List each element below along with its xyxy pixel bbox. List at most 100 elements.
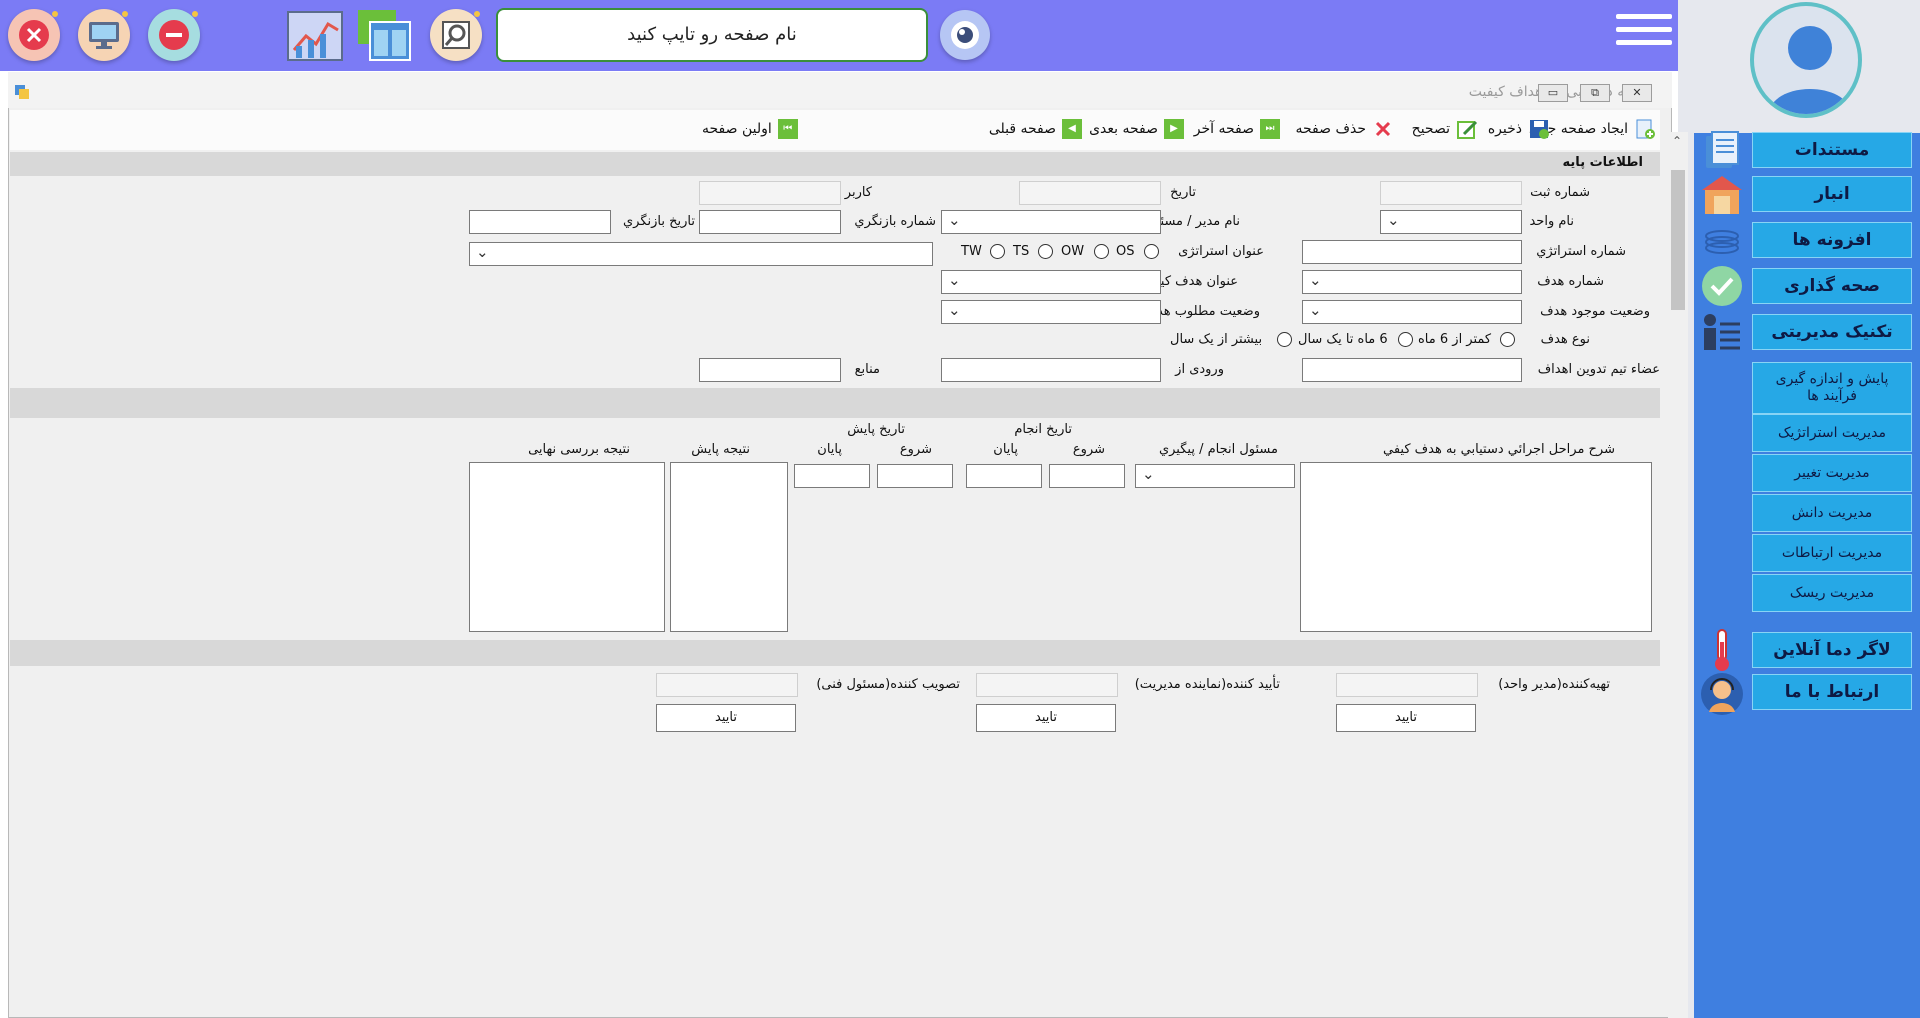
radio-tw[interactable] — [990, 244, 1005, 259]
input-from-field[interactable] — [941, 358, 1161, 382]
team-members-label: عضاء تیم تدوین اهداف — [1537, 362, 1660, 377]
goal-current-select[interactable] — [1302, 300, 1522, 324]
window-restore-button[interactable]: ⧉ — [1580, 84, 1610, 102]
monitor-start-field[interactable] — [877, 464, 953, 488]
monitor-result-textarea[interactable] — [670, 462, 788, 632]
radio-less-6-months[interactable] — [1500, 332, 1515, 347]
sidebar-item-contact[interactable]: ارتباط با ما — [1752, 674, 1912, 710]
sidebar-item-label: مدیریت ریسک — [1789, 584, 1875, 601]
monitor-icon — [89, 22, 119, 49]
revision-date-label: تاریخ بازنگري — [622, 214, 695, 229]
sidebar-sub-knowledge[interactable]: مدیریت دانش — [1752, 494, 1912, 532]
radio-more-1-year-label: بیشتر از یک سال — [1170, 332, 1263, 347]
search-input[interactable]: نام صفحه رو تایپ کنید — [496, 8, 928, 62]
avatar[interactable] — [1750, 2, 1862, 118]
responsible-select[interactable] — [1135, 464, 1295, 488]
sidebar-item-documents[interactable]: مستندات — [1752, 132, 1912, 168]
sidebar-sub-change[interactable]: مدیریت تغییر — [1752, 454, 1912, 492]
unit-name-select[interactable] — [1380, 210, 1522, 234]
steps-description-textarea[interactable] — [1300, 462, 1652, 632]
goal-current-label: وضعیت موجود هدف — [1540, 304, 1650, 319]
radio-less-6-months-label: کمتر از 6 ماه — [1418, 332, 1492, 347]
edit-button[interactable]: تصحیح — [1412, 116, 1478, 142]
prev-page-button[interactable]: صفحه قبلی ◀ — [989, 116, 1082, 142]
user-field[interactable] — [699, 181, 841, 205]
reg-no-field[interactable] — [1380, 181, 1522, 205]
sidebar-sub-communications[interactable]: مدیریت ارتباطات — [1752, 534, 1912, 572]
close-app-button[interactable] — [8, 9, 60, 61]
confirmed-confirm-button[interactable]: تایید — [976, 704, 1116, 732]
scrollbar-thumb[interactable] — [1671, 170, 1685, 310]
strategy-no-field[interactable] — [1302, 240, 1522, 264]
sidebar-item-temperature-logger[interactable]: لاگر دما آنلاین — [1752, 632, 1912, 668]
radio-6-to-12-months[interactable] — [1398, 332, 1413, 347]
next-page-button[interactable]: صفحه بعدی ▶ — [1089, 116, 1184, 142]
first-page-icon: ⏮ — [777, 119, 798, 139]
revision-date-field[interactable] — [469, 210, 611, 234]
monitor-end-label: پایان — [817, 442, 842, 457]
radio-more-1-year[interactable] — [1277, 332, 1292, 347]
revision-no-field[interactable] — [699, 210, 841, 234]
approved-confirm-button[interactable]: تایید — [656, 704, 796, 732]
radio-ow[interactable] — [1094, 244, 1109, 259]
sidebar-sub-strategic[interactable]: مدیریت استراتژیک — [1752, 414, 1912, 452]
delete-label: حذف صفحه — [1295, 121, 1366, 137]
quality-goal-select[interactable] — [941, 270, 1161, 294]
hamburger-menu-button[interactable] — [1616, 14, 1672, 58]
next-icon: ▶ — [1164, 119, 1184, 139]
sidebar-item-validation[interactable]: صحه گذاری — [1752, 268, 1912, 304]
goal-no-label: شماره هدف — [1537, 274, 1604, 289]
team-members-field[interactable] — [1302, 358, 1522, 382]
radio-os[interactable] — [1144, 244, 1159, 259]
do-start-field[interactable] — [1049, 464, 1125, 488]
last-page-button[interactable]: صفحه آخر ⏭ — [1194, 116, 1280, 142]
prepared-by-field[interactable] — [1336, 673, 1478, 697]
sidebar-item-plugins[interactable]: افزونه ها — [1752, 222, 1912, 258]
do-end-field[interactable] — [966, 464, 1042, 488]
first-page-button[interactable]: اولین صفحه ⏮ — [702, 116, 798, 142]
sidebar-item-label: مدیریت استراتژیک — [1777, 424, 1887, 441]
windows-button[interactable] — [356, 6, 414, 62]
input-from-label: ورودی از — [1175, 362, 1224, 377]
sidebar-sub-risk[interactable]: مدیریت ریسک — [1752, 574, 1912, 612]
desktop-button[interactable] — [78, 9, 130, 61]
final-result-textarea[interactable] — [469, 462, 665, 632]
view-button[interactable] — [940, 10, 990, 60]
radio-ts[interactable] — [1038, 244, 1053, 259]
support-agent-icon — [1700, 672, 1744, 716]
goal-desired-select[interactable] — [941, 300, 1161, 324]
prepared-confirm-button[interactable]: تایید — [1336, 704, 1476, 732]
close-icon — [19, 20, 49, 50]
date-field[interactable] — [1019, 181, 1161, 205]
check-icon — [1700, 264, 1744, 308]
chart-report-button[interactable] — [286, 6, 344, 62]
warehouse-icon — [1700, 172, 1744, 216]
line-chart-icon — [287, 11, 343, 61]
window-minimize-button[interactable]: ▭ — [1538, 84, 1568, 102]
window-close-button[interactable]: ✕ — [1622, 84, 1652, 102]
save-button[interactable]: ذخیره — [1488, 116, 1550, 142]
approved-by-field[interactable] — [656, 673, 798, 697]
prepared-by-label: تهیه‌کننده(مدیر واحد) — [1498, 677, 1610, 692]
do-end-label: پایان — [993, 442, 1018, 457]
scroll-up-icon[interactable]: ⌃ — [1672, 134, 1682, 148]
radio-tw-label: TW — [961, 244, 982, 259]
thermometer-icon — [1700, 628, 1744, 672]
search-button[interactable] — [430, 9, 482, 61]
sidebar-sub-process-monitoring[interactable]: پایش و اندازه گیری فرآیند ها — [1752, 362, 1912, 414]
confirmed-by-field[interactable] — [976, 673, 1118, 697]
menu-line — [1616, 40, 1672, 45]
minus-circle-icon — [159, 20, 189, 50]
strategy-select[interactable] — [469, 242, 933, 266]
sidebar-item-label: افزونه ها — [1792, 230, 1872, 250]
monitor-end-field[interactable] — [794, 464, 870, 488]
sidebar-item-warehouse[interactable]: انبار — [1752, 176, 1912, 212]
sidebar-item-management-technique[interactable]: تکنیک مدیریتی — [1752, 314, 1912, 350]
delete-page-button[interactable]: حذف صفحه — [1296, 116, 1394, 142]
approved-by-label: تصویب کننده(مسئول فنی) — [816, 677, 960, 692]
manager-select[interactable] — [941, 210, 1161, 234]
sidebar-item-label: مدیریت ارتباطات — [1781, 544, 1883, 561]
goal-no-select[interactable] — [1302, 270, 1522, 294]
resources-field[interactable] — [699, 358, 841, 382]
minimize-app-button[interactable] — [148, 9, 200, 61]
